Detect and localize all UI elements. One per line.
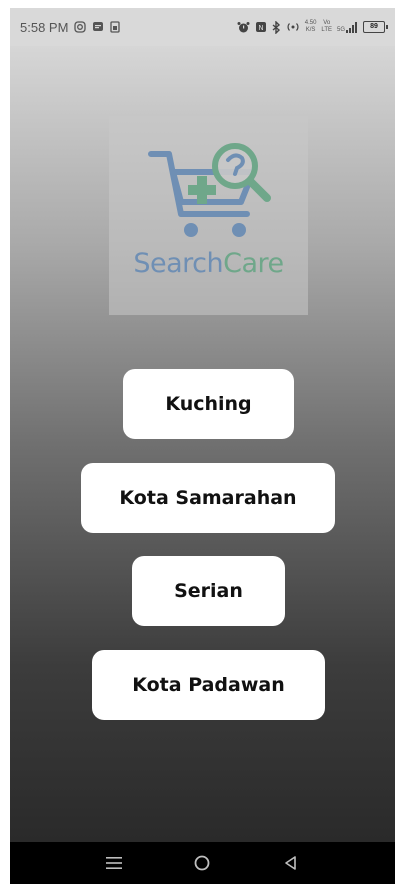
cart-search-icon <box>148 143 271 237</box>
bluetooth-icon <box>272 20 281 34</box>
system-nav-bar <box>10 842 395 884</box>
back-triangle-icon[interactable] <box>276 848 306 878</box>
alarm-icon <box>237 21 250 34</box>
serian-button[interactable]: Serian <box>132 556 285 626</box>
home-circle-icon[interactable] <box>187 848 217 878</box>
battery-icon: 89 <box>363 21 388 33</box>
sim-icon <box>110 21 121 33</box>
searchcare-logo: SearchCare <box>109 116 308 315</box>
logo-text-care: Care <box>223 248 284 279</box>
network-speed: 4.50 K/S <box>305 20 317 34</box>
nfc-icon: N <box>255 21 267 33</box>
status-bar: 5:58 PM N 4.50 K/S Vo LTE 5G 89 <box>10 8 395 46</box>
speed-value: 4.50 <box>304 20 317 26</box>
phone-screen: 5:58 PM N 4.50 K/S Vo LTE 5G 89 SearchCa… <box>10 8 395 884</box>
menu-icon[interactable] <box>99 848 129 878</box>
chat-icon <box>92 21 104 33</box>
kota-samarahan-button[interactable]: Kota Samarahan <box>81 463 335 533</box>
lte-label: LTE <box>321 27 332 33</box>
signal-bars-icon <box>346 21 358 33</box>
speed-unit: K/S <box>305 27 316 33</box>
signal-group: 5G <box>336 21 358 33</box>
logo-text-search: Search <box>133 248 224 279</box>
status-left: 5:58 PM <box>20 19 121 35</box>
kuching-button[interactable]: Kuching <box>123 369 294 439</box>
volte-label: Vo <box>323 20 331 26</box>
status-right: N 4.50 K/S Vo LTE 5G 89 <box>237 20 388 34</box>
hotspot-icon <box>286 21 300 33</box>
network-type: Vo LTE <box>321 20 332 34</box>
logo-text: SearchCare <box>109 248 308 279</box>
svg-text:N: N <box>258 24 263 32</box>
status-time: 5:58 PM <box>20 19 69 35</box>
kota-padawan-button[interactable]: Kota Padawan <box>92 650 325 720</box>
signal-label: 5G <box>336 26 345 33</box>
instagram-icon <box>74 21 87 33</box>
app-screen: SearchCare Kuching Kota Samarahan Serian… <box>10 46 395 842</box>
